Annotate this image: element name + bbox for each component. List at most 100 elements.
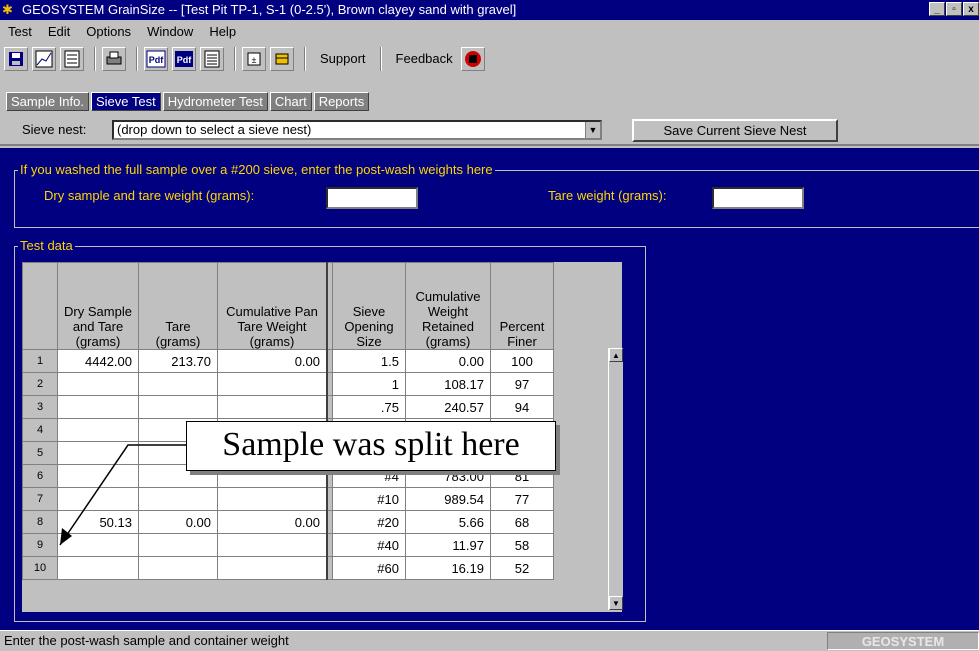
menu-edit[interactable]: Edit	[40, 24, 78, 39]
cumulative-weight-cell[interactable]: 5.66	[405, 510, 491, 534]
dry-sample-cell[interactable]: 50.13	[57, 510, 139, 534]
table-row: 2 1 108.17 97	[22, 372, 554, 396]
tare-cell[interactable]: 0.00	[138, 510, 218, 534]
dry-weight-label: Dry sample and tare weight (grams):	[42, 188, 257, 203]
row-number[interactable]: 8	[22, 510, 58, 534]
cumulative-weight-cell[interactable]: 11.97	[405, 533, 491, 557]
col-header-cumulative-weight: Cumulative Weight Retained (grams)	[405, 262, 491, 350]
menu-window[interactable]: Window	[139, 24, 201, 39]
chart-icon[interactable]	[32, 47, 56, 71]
toolbar-separator	[304, 47, 306, 71]
tare-cell[interactable]	[138, 533, 218, 557]
tab-sieve-test[interactable]: Sieve Test	[91, 92, 161, 111]
dry-sample-cell[interactable]	[57, 464, 139, 488]
status-message: Enter the post-wash sample and container…	[4, 633, 289, 648]
row-number[interactable]: 7	[22, 487, 58, 511]
sieve-size-cell[interactable]: #10	[332, 487, 406, 511]
tare-cell[interactable]: 213.70	[138, 349, 218, 373]
pan-tare-cell[interactable]	[217, 556, 328, 580]
title-bar: ✱ GEOSYSTEM GrainSize -- [Test Pit TP-1, …	[0, 0, 979, 20]
sieve-size-cell[interactable]: #20	[332, 510, 406, 534]
percent-finer-cell: 77	[490, 487, 554, 511]
grid-corner	[22, 262, 58, 350]
tare-weight-input[interactable]	[712, 187, 804, 209]
dry-sample-cell[interactable]	[57, 418, 139, 442]
sieve-nest-dropdown[interactable]: (drop down to select a sieve nest) ▼	[112, 120, 602, 140]
database-icon[interactable]	[270, 47, 294, 71]
pdf-export-icon[interactable]: Pdf	[172, 47, 196, 71]
post-wash-frame-title: If you washed the full sample over a #20…	[18, 162, 495, 177]
dry-sample-cell[interactable]	[57, 556, 139, 580]
row-number[interactable]: 1	[22, 349, 58, 373]
sieve-size-cell[interactable]: #60	[332, 556, 406, 580]
window-title: GEOSYSTEM GrainSize -- [Test Pit TP-1, S…	[22, 2, 517, 17]
support-button[interactable]: Support	[312, 47, 374, 71]
sieve-size-cell[interactable]: #40	[332, 533, 406, 557]
pan-tare-cell[interactable]	[217, 533, 328, 557]
row-number[interactable]: 4	[22, 418, 58, 442]
window-controls: _ ▫ x	[929, 2, 979, 16]
tare-weight-label: Tare weight (grams):	[546, 188, 669, 203]
feedback-button[interactable]: Feedback	[388, 47, 461, 71]
tab-chart[interactable]: Chart	[269, 92, 312, 111]
save-icon[interactable]	[4, 47, 28, 71]
cumulative-weight-cell[interactable]: 16.19	[405, 556, 491, 580]
cumulative-weight-cell[interactable]: 989.54	[405, 487, 491, 511]
calculator-icon[interactable]: ±	[242, 47, 266, 71]
cumulative-weight-cell[interactable]: 240.57	[405, 395, 491, 419]
close-button[interactable]: x	[963, 2, 979, 16]
print-icon[interactable]	[102, 47, 126, 71]
save-sieve-nest-button[interactable]: Save Current Sieve Nest	[632, 119, 838, 142]
dry-weight-input[interactable]	[326, 187, 418, 209]
row-number[interactable]: 10	[22, 556, 58, 580]
row-number[interactable]: 3	[22, 395, 58, 419]
menu-help[interactable]: Help	[201, 24, 244, 39]
tab-hydrometer-test[interactable]: Hydrometer Test	[162, 92, 268, 111]
pan-tare-cell[interactable]	[217, 372, 328, 396]
percent-finer-cell: 97	[490, 372, 554, 396]
pan-tare-cell[interactable]: 0.00	[217, 349, 328, 373]
row-number[interactable]: 5	[22, 441, 58, 465]
grid-scrollbar[interactable]: ▲ ▼	[608, 348, 623, 610]
sieve-nest-value: (drop down to select a sieve nest)	[117, 122, 312, 137]
exit-icon[interactable]	[460, 47, 485, 71]
cumulative-weight-cell[interactable]: 0.00	[405, 349, 491, 373]
menu-test[interactable]: Test	[0, 24, 40, 39]
pan-tare-cell[interactable]: 0.00	[217, 510, 328, 534]
pdf-icon[interactable]: Pdf	[144, 47, 168, 71]
scroll-up-icon[interactable]: ▲	[609, 348, 623, 362]
tare-cell[interactable]	[138, 556, 218, 580]
dry-sample-cell[interactable]	[57, 372, 139, 396]
sheet-icon[interactable]	[60, 47, 84, 71]
dry-sample-cell[interactable]	[57, 441, 139, 465]
menu-bar: Test Edit Options Window Help	[0, 20, 979, 42]
dry-sample-cell[interactable]: 4442.00	[57, 349, 139, 373]
scroll-down-icon[interactable]: ▼	[609, 596, 623, 610]
row-number[interactable]: 6	[22, 464, 58, 488]
row-number[interactable]: 9	[22, 533, 58, 557]
list-icon[interactable]	[200, 47, 224, 71]
tare-cell[interactable]	[138, 395, 218, 419]
tare-cell[interactable]	[138, 372, 218, 396]
table-row: 1 4442.00 213.70 0.00 1.5 0.00 100	[22, 349, 554, 373]
sieve-size-cell[interactable]: 1	[332, 372, 406, 396]
sieve-size-cell[interactable]: .75	[332, 395, 406, 419]
tab-reports[interactable]: Reports	[313, 92, 370, 111]
tab-sample-info[interactable]: Sample Info.	[6, 92, 89, 111]
minimize-button[interactable]: _	[929, 2, 945, 16]
dry-sample-cell[interactable]	[57, 395, 139, 419]
col-header-tare: Tare (grams)	[138, 262, 218, 350]
dry-sample-cell[interactable]	[57, 533, 139, 557]
tare-cell[interactable]	[138, 487, 218, 511]
pan-tare-cell[interactable]	[217, 487, 328, 511]
menu-options[interactable]: Options	[78, 24, 139, 39]
cumulative-weight-cell[interactable]: 108.17	[405, 372, 491, 396]
chevron-down-icon[interactable]: ▼	[585, 122, 600, 138]
dry-sample-cell[interactable]	[57, 487, 139, 511]
status-bar: Enter the post-wash sample and container…	[0, 630, 979, 650]
sieve-size-cell[interactable]: 1.5	[332, 349, 406, 373]
maximize-button[interactable]: ▫	[946, 2, 962, 16]
row-number[interactable]: 2	[22, 372, 58, 396]
split-annotation: Sample was split here	[186, 421, 556, 471]
pan-tare-cell[interactable]	[217, 395, 328, 419]
